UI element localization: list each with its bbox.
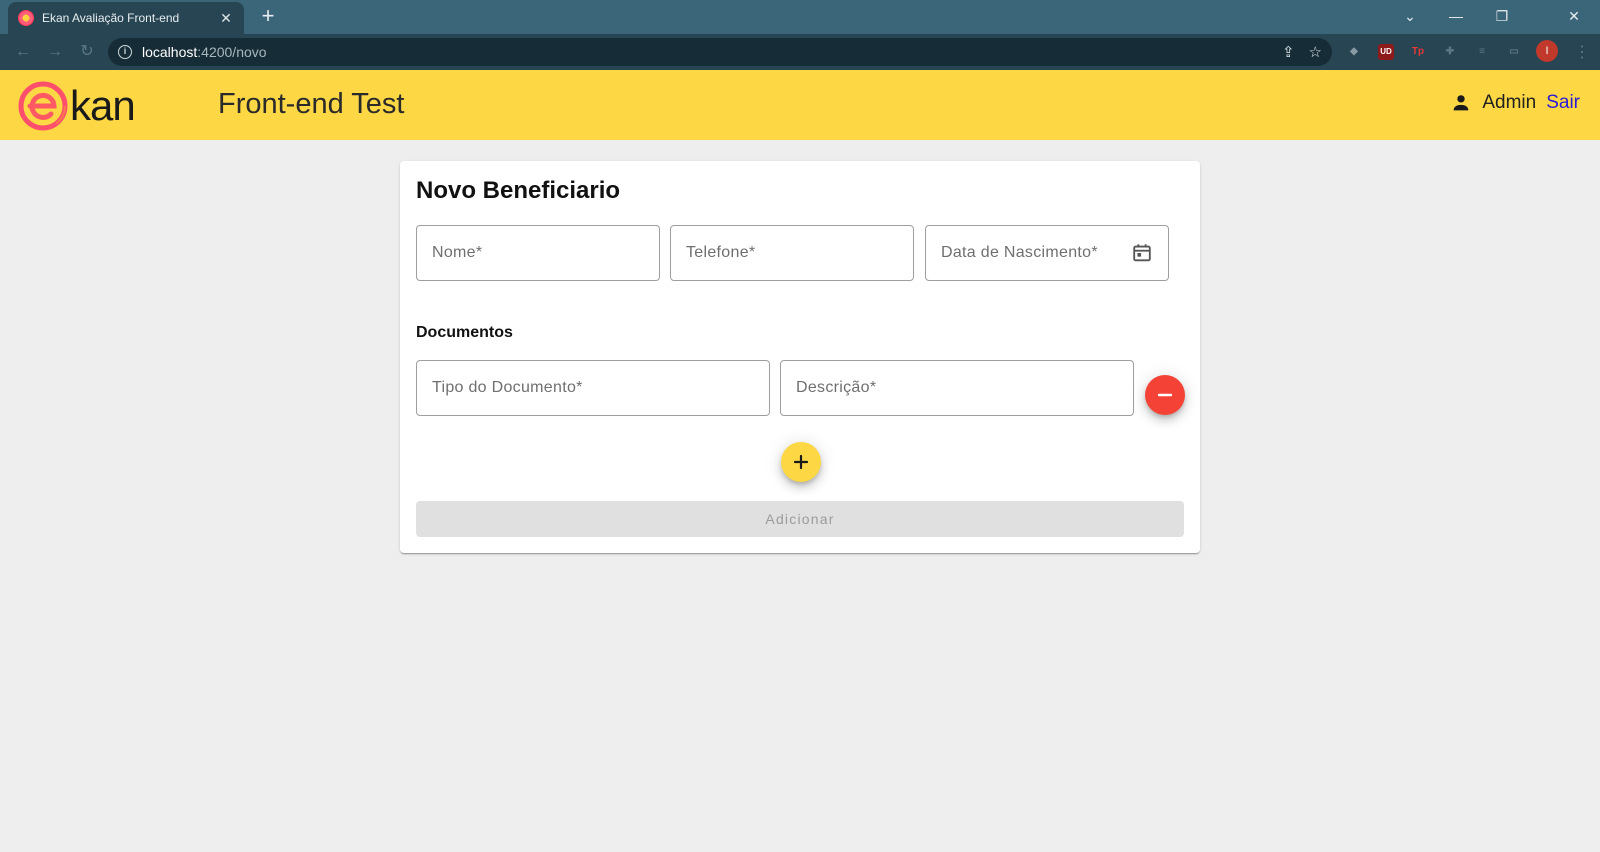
nome-field[interactable] [416,225,660,281]
reading-list-icon[interactable]: ≡ [1474,44,1490,60]
extension-icon[interactable]: ◆ [1346,44,1362,60]
share-icon[interactable]: ⇪ [1282,43,1295,61]
calendar-icon[interactable] [1131,242,1153,264]
user-area: Admin Sair [1450,92,1580,114]
nome-input[interactable] [432,244,644,262]
logout-link[interactable]: Sair [1546,92,1580,114]
browser-tab-strip: Ekan Avaliação Front-end ✕ + ⌄ — ❐ ✕ [0,0,1600,34]
tp-extension-icon[interactable]: Tp [1410,44,1426,60]
tab-title: Ekan Avaliação Front-end [42,11,180,25]
ublock-icon[interactable]: UD [1378,44,1394,60]
ekan-logo-icon [18,81,68,131]
new-tab-button[interactable]: + [254,5,282,29]
site-info-icon[interactable]: i [118,45,132,59]
telefone-field[interactable] [670,225,914,281]
reload-icon[interactable]: ↻ [76,42,98,62]
tab-favicon-icon [18,10,34,26]
browser-tab[interactable]: Ekan Avaliação Front-end ✕ [8,2,244,34]
tab-close-icon[interactable]: ✕ [218,10,234,27]
add-document-button[interactable] [781,442,821,482]
person-icon [1454,95,1469,111]
page-title: Front-end Test [218,88,405,120]
plus-icon [793,454,809,470]
adicionar-button[interactable]: Adicionar [416,501,1184,537]
close-window-button[interactable]: ✕ [1554,4,1594,28]
tipo-documento-input[interactable] [432,379,754,397]
nascimento-field[interactable] [925,225,1169,281]
nascimento-input[interactable] [941,244,1125,262]
form-title: Novo Beneficiario [416,177,621,204]
back-arrow-icon[interactable]: ← [12,42,34,62]
profile-avatar[interactable]: I [1536,40,1558,62]
telefone-input[interactable] [686,244,898,262]
documents-section-label: Documentos [416,324,513,341]
app-header: kan Front-end Test Admin Sair [0,70,1600,140]
new-beneficiary-card: Novo Beneficiario Documentos Adiciona [400,161,1200,553]
descricao-input[interactable] [796,379,1118,397]
side-panel-icon[interactable]: ▭ [1506,44,1522,60]
forward-arrow-icon[interactable]: → [44,42,66,62]
url-host: localhost [142,44,198,60]
minimize-button[interactable]: — [1434,4,1478,28]
tab-search-icon[interactable]: ⌄ [1388,4,1432,28]
logo-text: kan [70,82,136,129]
remove-document-button[interactable] [1145,375,1185,415]
puzzle-icon[interactable]: ✚ [1442,44,1458,60]
ekan-logo[interactable]: kan [18,80,136,132]
restore-button[interactable]: ❐ [1480,4,1524,28]
minus-icon [1157,393,1173,397]
url-path: :4200/novo [197,44,267,60]
more-menu-icon[interactable]: ⋮ [1574,42,1590,62]
tipo-documento-field[interactable] [416,360,770,416]
address-bar[interactable]: i localhost:4200/novo ⇪ ☆ [108,38,1332,66]
descricao-field[interactable] [780,360,1134,416]
user-name: Admin [1482,92,1537,113]
browser-toolbar: ← → ↻ i localhost:4200/novo ⇪ ☆ ◆ UD Tp … [0,34,1600,70]
bookmark-star-icon[interactable]: ☆ [1309,43,1322,61]
